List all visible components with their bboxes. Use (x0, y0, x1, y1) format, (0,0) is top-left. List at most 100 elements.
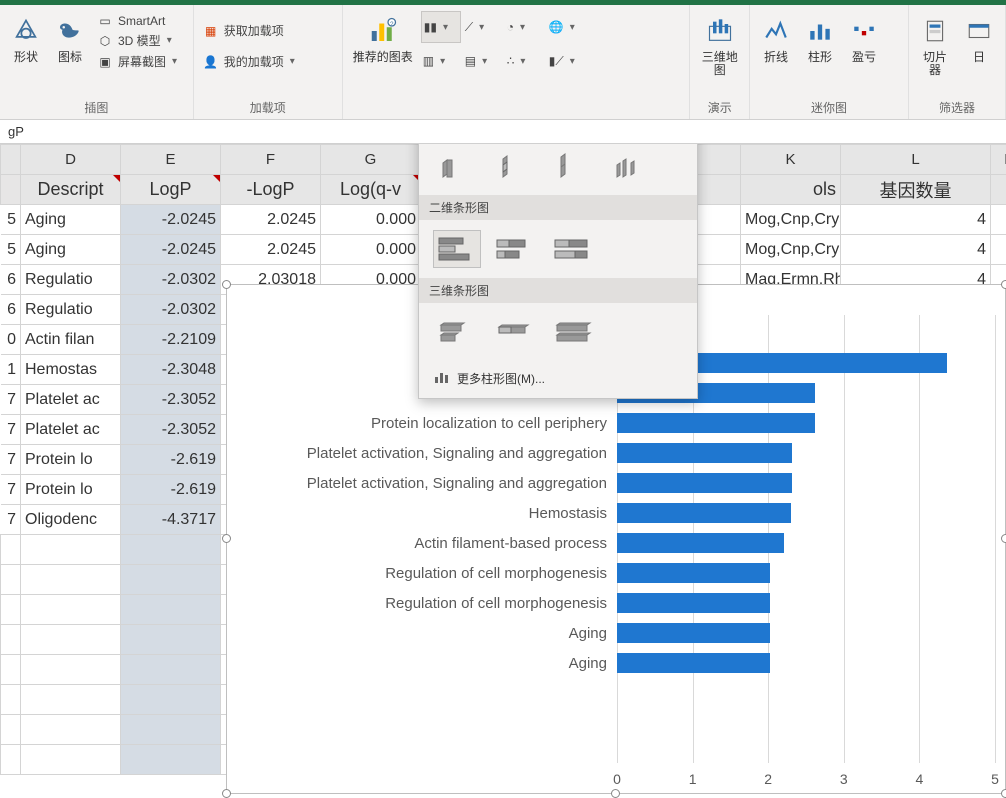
chart-bar-row: Hemostasis (247, 503, 995, 523)
col-K-header[interactable]: K (741, 145, 841, 175)
sparkline-line-button[interactable]: 折线 (756, 9, 796, 66)
chart-line-dropdown[interactable]: ⟋▾ (463, 11, 503, 43)
cube-icon: ⬡ (96, 34, 114, 48)
chart-bar-row: Aging (247, 623, 995, 643)
col-G-header[interactable]: G (321, 145, 421, 175)
recommended-charts-button[interactable]: ? 推荐的图表 (349, 9, 417, 66)
section-2d-bar: 二维条形图 (419, 195, 697, 220)
stacked-bar-option[interactable] (491, 230, 539, 268)
scatter-icon: ∴ (507, 54, 515, 68)
shapes-label: 形状 (14, 51, 38, 64)
formula-bar-text: gP (8, 124, 24, 139)
sparkline-winloss-label: 盈亏 (852, 51, 876, 64)
icons-button[interactable]: 图标 (50, 9, 90, 66)
chart-bar[interactable] (617, 473, 792, 493)
line-icon: ⟋ (465, 20, 473, 35)
chart-bar[interactable] (617, 593, 770, 613)
stacked100-bar-option[interactable] (549, 230, 597, 268)
3d-stacked-bar-option[interactable] (491, 313, 539, 351)
chart-map-dropdown[interactable]: 🌐▾ (547, 11, 587, 43)
chevron-down-icon: ▾ (520, 56, 525, 67)
chart-category-label: Aging (247, 625, 617, 642)
formula-bar[interactable]: gP (0, 120, 1006, 144)
timeline-label: 日 (973, 51, 985, 64)
get-addins-button[interactable]: ▦获取加载项 (200, 21, 297, 40)
3dmodel-button[interactable]: ⬡3D 模型▾ (94, 31, 179, 50)
chart-bar[interactable] (617, 653, 770, 673)
3d-clustered-bar-option[interactable] (433, 313, 481, 351)
smartart-icon: ▭ (96, 14, 114, 28)
my-addins-label: 我的加载项 (224, 53, 284, 70)
chart-bar[interactable] (617, 533, 784, 553)
chevron-down-icon: ▾ (479, 22, 484, 33)
chart-hier-dropdown[interactable]: ▥▾ (421, 45, 461, 77)
comment-indicator-icon (213, 175, 220, 182)
col-E-header[interactable]: E (121, 145, 221, 175)
chart-stat-dropdown[interactable]: ▤▾ (463, 45, 503, 77)
map3d-icon (706, 11, 734, 51)
screenshot-button[interactable]: ▣屏幕截图▾ (94, 52, 179, 71)
clustered-bar-option[interactable] (433, 230, 481, 268)
chart-scatter-dropdown[interactable]: ∴▾ (505, 45, 545, 77)
section-3d-bar: 三维条形图 (419, 278, 697, 303)
shapes-button[interactable]: 形状 (6, 9, 46, 66)
chart-bar[interactable] (617, 563, 770, 583)
my-addins-button[interactable]: 👤我的加载项▾ (200, 52, 297, 71)
3d-stacked100-column-option[interactable] (549, 147, 597, 185)
chart-column-dropdown[interactable]: ▮▮▾ (421, 11, 461, 43)
field-G: Log(q-v (340, 179, 401, 199)
ribbon: 形状 图标 ▭SmartArt ⬡3D 模型▾ ▣屏幕截图▾ 插图 ▦获取加载项… (0, 5, 1006, 120)
3dmap-label: 三维地图 (700, 51, 739, 77)
get-addins-label: 获取加载项 (224, 22, 284, 39)
worksheet-area: D E F G K L M Descript LogP -LogP Log(q-… (0, 144, 1006, 798)
chart-bar[interactable] (617, 443, 792, 463)
pie-icon: ◔ (507, 20, 514, 34)
chart-bar[interactable] (617, 413, 815, 433)
3d-stacked100-bar-option[interactable] (549, 313, 597, 351)
col-M-header[interactable]: M (991, 145, 1006, 175)
field-F: -LogP (246, 179, 294, 199)
group-label-filters: 筛选器 (909, 99, 1005, 119)
chart-pie-dropdown[interactable]: ◔▾ (505, 11, 545, 43)
chevron-down-icon: ▾ (570, 22, 575, 33)
chevron-down-icon: ▾ (443, 22, 448, 33)
chart-category-label: Protein localization to cell periphery (247, 415, 617, 432)
col-F-header[interactable]: F (221, 145, 321, 175)
svg-text:?: ? (390, 21, 394, 28)
more-charts-label: 更多柱形图(M)... (457, 370, 545, 387)
chart-bar-row: Actin filament-based process (247, 533, 995, 553)
slicer-icon (922, 11, 948, 51)
chart-bar-row: Platelet activation, Signaling and aggre… (247, 443, 995, 463)
sparkline-winloss-button[interactable]: 盈亏 (844, 9, 884, 66)
icons-label: 图标 (58, 51, 82, 64)
camera-icon: ▣ (96, 55, 114, 69)
3dmap-button[interactable]: 三维地图 (696, 9, 743, 79)
sparkline-column-button[interactable]: 柱形 (800, 9, 840, 66)
more-column-charts-button[interactable]: 更多柱形图(M)... (419, 361, 697, 398)
chevron-down-icon: ▾ (290, 56, 295, 67)
col-L-header[interactable]: L (841, 145, 991, 175)
3d-clustered-column-option[interactable] (433, 147, 481, 185)
chart-combo-dropdown[interactable]: ▮⟋▾ (547, 45, 587, 77)
smartart-button[interactable]: ▭ SmartArt (94, 13, 179, 29)
chart-bar-row: Protein localization to cell periphery (247, 413, 995, 433)
smartart-label: SmartArt (118, 14, 165, 28)
group-label-tours: 演示 (690, 99, 749, 119)
chart-bar[interactable] (617, 623, 770, 643)
3d-stacked-column-option[interactable] (491, 147, 539, 185)
chart-category-label: Hemostasis (247, 505, 617, 522)
chevron-down-icon: ▾ (482, 56, 487, 67)
slicer-button[interactable]: 切片器 (915, 9, 955, 79)
chart-category-label: Platelet activation, Signaling and aggre… (247, 475, 617, 492)
chart-reco-icon: ? (368, 11, 398, 51)
group-label-addins: 加载项 (194, 99, 342, 119)
chevron-down-icon: ▾ (172, 56, 177, 67)
col-D-header[interactable]: D (21, 145, 121, 175)
chart-bar-row: Regulation of cell morphogenesis (247, 593, 995, 613)
timeline-button[interactable]: 日 (959, 9, 999, 66)
timeline-icon (966, 11, 992, 51)
chart-bar[interactable] (617, 503, 791, 523)
field-E: LogP (149, 179, 191, 199)
3d-column-option[interactable] (607, 147, 655, 185)
chevron-down-icon: ▾ (570, 56, 575, 67)
